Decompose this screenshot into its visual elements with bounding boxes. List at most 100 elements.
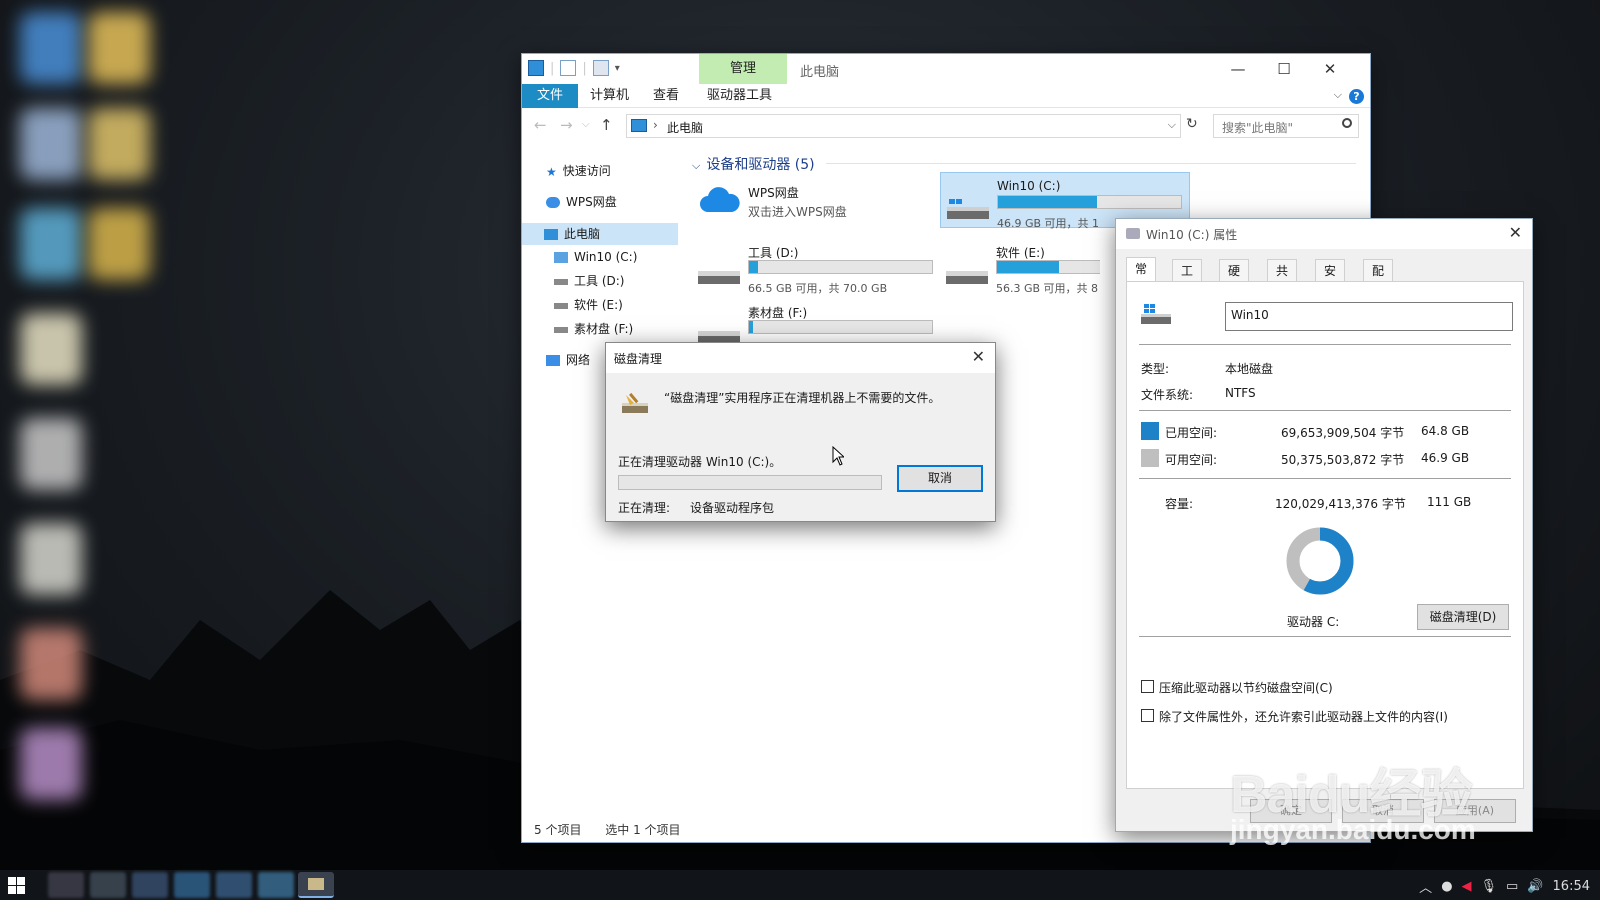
minimize-button[interactable]: —: [1215, 56, 1261, 82]
search-input[interactable]: 搜索"此电脑": [1213, 114, 1359, 138]
drive-icon: [698, 271, 740, 284]
drive-usage-fill: [998, 196, 1097, 208]
nav-drive-d[interactable]: 工具 (D:): [554, 270, 624, 292]
group-title: 设备和驱动器 (5): [706, 157, 815, 173]
disk-cleanup-button[interactable]: 磁盘清理(D): [1417, 604, 1509, 630]
nav-drive-c[interactable]: Win10 (C:): [554, 246, 637, 268]
refresh-icon[interactable]: ↻: [1186, 116, 1198, 132]
nav-label: 软件 (E:): [574, 298, 623, 312]
up-arrow-icon[interactable]: ↑: [600, 116, 613, 134]
taskbar-app-icon[interactable]: [216, 872, 252, 898]
group-header[interactable]: ⌵ 设备和驱动器 (5): [692, 154, 815, 174]
desktop-app-icon[interactable]: [20, 523, 82, 595]
clock-time[interactable]: 16:54: [1553, 879, 1590, 894]
volume-name-input[interactable]: Win10: [1225, 302, 1513, 331]
nav-quick-access[interactable]: ★ 快速访问: [546, 160, 611, 182]
desktop-folder-icon[interactable]: [88, 108, 150, 180]
volume-icon[interactable]: 🔊: [1527, 879, 1543, 894]
properties-titlebar: Win10 (C:) 属性 ✕: [1116, 219, 1532, 249]
tab-sharing[interactable]: 共享: [1267, 259, 1298, 300]
breadcrumb-chevron-icon: ›: [653, 118, 658, 132]
tile-drive-d[interactable]: 工具 (D:) 66.5 GB 可用，共 70.0 GB: [692, 238, 942, 295]
collapse-chevron-icon: ⌵: [692, 159, 701, 172]
maximize-button[interactable]: ☐: [1261, 56, 1307, 82]
nav-wps[interactable]: WPS网盘: [546, 191, 617, 213]
taskbar-app-icon[interactable]: [48, 872, 84, 898]
tab-hardware[interactable]: 硬件: [1219, 259, 1250, 300]
computer-icon: [631, 119, 647, 132]
nav-drive-e[interactable]: 软件 (E:): [554, 294, 623, 316]
taskbar-disk-cleanup-app[interactable]: [298, 872, 334, 898]
system-tray: ︿ ● ◀ 🎙 ▭ 🔊 16:54: [1419, 877, 1590, 896]
tab-drive-tools[interactable]: 驱动器工具: [695, 84, 784, 108]
address-bar[interactable]: › 此电脑 ⌵: [626, 114, 1181, 138]
search-icon: [1342, 118, 1352, 128]
desktop-app-icon[interactable]: [20, 418, 82, 490]
breadcrumb[interactable]: 此电脑: [667, 119, 703, 136]
tab-manage-context[interactable]: 管理: [699, 54, 787, 84]
drive-label: 驱动器 C:: [1287, 615, 1340, 629]
nav-network[interactable]: 网络: [546, 349, 590, 371]
back-arrow-icon[interactable]: ←: [534, 116, 547, 134]
tab-security[interactable]: 安全: [1315, 259, 1346, 300]
nav-label: 素材盘 (F:): [574, 322, 634, 336]
customize-chevron-icon[interactable]: ▾: [615, 63, 620, 74]
desktop-app-icon[interactable]: [20, 12, 82, 84]
tile-sub: 46.9 GB 可用，共 1: [997, 217, 1100, 230]
selected-count: 选中 1 个项目: [605, 823, 681, 837]
new-folder-icon[interactable]: [592, 60, 609, 76]
star-icon: ★: [546, 164, 557, 179]
tile-sub: 双击进入WPS网盘: [748, 205, 847, 219]
desktop-folder-icon[interactable]: [88, 208, 150, 280]
show-hidden-icons-chevron-icon[interactable]: ︿: [1419, 877, 1432, 896]
desktop-app-icon[interactable]: [20, 208, 82, 280]
filesystem-label: 文件系统:: [1141, 388, 1194, 402]
network-icon[interactable]: ▭: [1506, 879, 1518, 894]
nav-drive-f[interactable]: 素材盘 (F:): [554, 318, 633, 340]
cloud-icon: [700, 187, 740, 212]
tab-file[interactable]: 文件: [522, 84, 578, 108]
tab-general[interactable]: 常规: [1126, 257, 1157, 298]
desktop-app-icon[interactable]: [20, 108, 82, 180]
tab-view[interactable]: 查看: [641, 84, 691, 108]
mouse-cursor-icon: [832, 446, 844, 466]
penguin-app-icon[interactable]: ●: [1441, 879, 1452, 894]
taskbar-app-icon[interactable]: [132, 872, 168, 898]
divider: [1139, 410, 1511, 411]
cancel-button[interactable]: 取消: [897, 465, 983, 492]
microphone-icon[interactable]: 🎙: [1481, 879, 1498, 894]
nav-this-pc[interactable]: 此电脑: [522, 223, 678, 245]
help-icon[interactable]: ?: [1349, 89, 1364, 104]
used-space-label: 已用空间:: [1165, 426, 1218, 440]
windows-start-icon[interactable]: [8, 877, 25, 894]
index-checkbox[interactable]: [1141, 709, 1154, 722]
ribbon-expand-chevron-icon[interactable]: ⌵: [1334, 88, 1342, 102]
forward-arrow-icon[interactable]: →: [560, 116, 573, 134]
tile-name: 工具 (D:): [748, 246, 799, 260]
desktop-folder-icon[interactable]: [88, 12, 150, 84]
desktop-app-icon[interactable]: [20, 313, 82, 385]
tile-drive-e[interactable]: 软件 (E:) 56.3 GB 可用，共 8: [940, 238, 1100, 294]
close-button[interactable]: ✕: [1509, 223, 1522, 242]
recent-chevron-icon[interactable]: ⌵: [582, 119, 590, 130]
taskbar-app-icon[interactable]: [174, 872, 210, 898]
tab-computer[interactable]: 计算机: [578, 84, 641, 108]
nav-label: Win10 (C:): [574, 250, 638, 264]
desktop-app-icon[interactable]: [20, 728, 82, 800]
properties-check-icon[interactable]: [560, 60, 577, 76]
tab-quota[interactable]: 配额: [1363, 259, 1394, 300]
red-alert-icon[interactable]: ◀: [1462, 879, 1472, 894]
tab-tools[interactable]: 工具: [1172, 259, 1203, 300]
desktop-app-icon[interactable]: [20, 628, 82, 700]
taskbar-app-icon[interactable]: [258, 872, 294, 898]
tile-wps[interactable]: WPS网盘 双击进入WPS网盘: [692, 178, 942, 234]
cleanup-drive-line: 正在清理驱动器 Win10 (C:)。: [618, 455, 782, 469]
nav-label: 快速访问: [562, 164, 611, 178]
general-panel: Win10 类型: 本地磁盘 文件系统: NTFS 已用空间: 69,653,9…: [1126, 281, 1524, 789]
close-button[interactable]: ✕: [972, 347, 985, 366]
compress-checkbox[interactable]: [1141, 680, 1154, 693]
taskbar-app-icon[interactable]: [90, 872, 126, 898]
address-dropdown-icon[interactable]: ⌵: [1168, 118, 1176, 132]
cleanup-titlebar: 磁盘清理 ✕: [606, 343, 995, 373]
close-button[interactable]: ✕: [1307, 56, 1353, 82]
